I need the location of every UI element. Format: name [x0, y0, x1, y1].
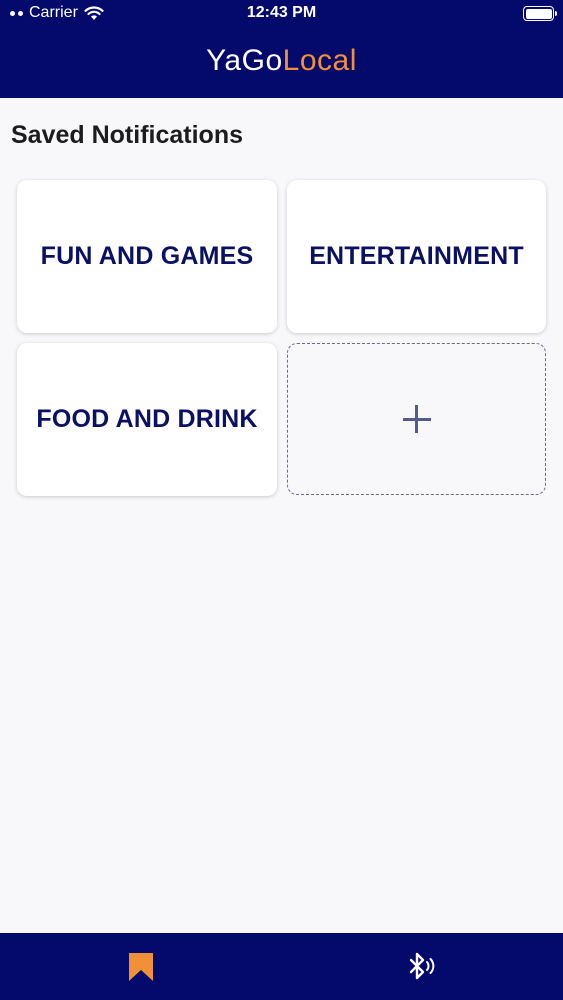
bluetooth-icon	[409, 952, 434, 979]
page-title: Saved Notifications	[11, 121, 243, 149]
bookmark-icon	[128, 952, 153, 981]
status-time: 12:43 PM	[246, 4, 317, 21]
battery-icon	[523, 6, 557, 21]
category-label: FUN AND GAMES	[40, 242, 254, 270]
logo-text-yago: YaGo	[206, 44, 283, 77]
tab-bluetooth[interactable]	[281, 933, 562, 1000]
status-bar: Carrier 12:43 PM	[0, 0, 563, 30]
category-label: ENTERTAINMENT	[309, 242, 524, 270]
plus-icon	[402, 405, 431, 433]
tab-saved[interactable]	[0, 933, 281, 1000]
tab-bar	[0, 933, 563, 1000]
add-category-button[interactable]	[287, 343, 546, 495]
category-card-entertainment[interactable]: ENTERTAINMENT	[287, 180, 546, 333]
category-card-food-and-drink[interactable]: FOOD AND DRINK	[17, 343, 277, 496]
app-logo: YaGoLocal	[0, 44, 563, 78]
app-header: Carrier 12:43 PM YaGoLocal	[0, 0, 563, 98]
category-label: FOOD AND DRINK	[36, 405, 258, 433]
category-card-fun-and-games[interactable]: FUN AND GAMES	[17, 180, 277, 333]
logo-text-local: Local	[282, 44, 357, 77]
